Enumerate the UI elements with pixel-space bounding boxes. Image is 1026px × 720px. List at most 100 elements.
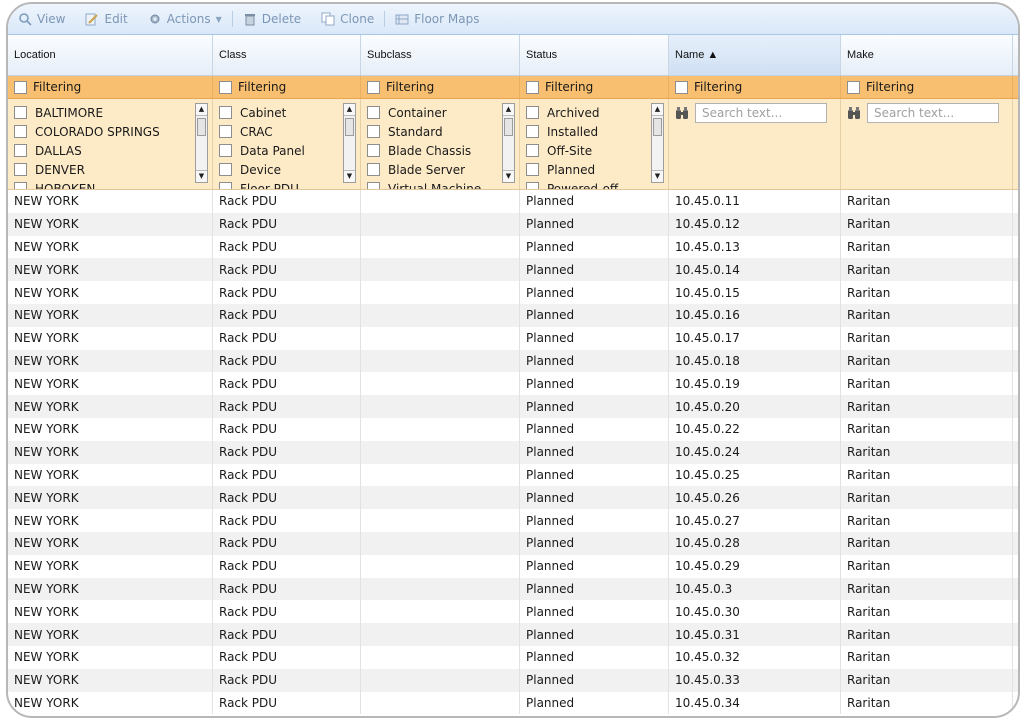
table-row[interactable]: NEW YORK Rack PDU Planned 10.45.0.32 Raritan [8,645,1018,669]
filter-checkbox[interactable] [526,80,539,94]
filter-option[interactable]: Cabinet [219,103,340,122]
table-row[interactable]: NEW YORK Rack PDU Planned 10.45.0.24 Raritan [8,440,1018,464]
table-row[interactable]: NEW YORK Rack PDU Planned 10.45.0.28 Raritan [8,531,1018,555]
filter-checkbox[interactable] [14,80,27,94]
table-row[interactable]: NEW YORK Rack PDU Planned 10.45.0.12 Raritan [8,212,1018,236]
table-row[interactable]: NEW YORK Rack PDU Planned 10.45.0.19 Raritan [8,372,1018,396]
clone-button[interactable]: Clone [311,8,384,30]
filter-option-checkbox[interactable] [219,163,232,176]
filter-option-checkbox[interactable] [14,182,27,189]
table-row[interactable]: NEW YORK Rack PDU Planned 10.45.0.13 Raritan [8,235,1018,259]
filter-option[interactable]: Archived [526,103,648,122]
filter-option-checkbox[interactable] [526,144,539,157]
table-row[interactable]: NEW YORK Rack PDU Planned 10.45.0.14 Raritan [8,258,1018,282]
table-row[interactable]: NEW YORK Rack PDU Planned 10.45.0.26 Raritan [8,486,1018,510]
filter-toggle-make[interactable]: Filtering [841,76,1013,98]
delete-button[interactable]: Delete [233,8,311,30]
table-row[interactable]: NEW YORK Rack PDU Planned 10.45.0.3 Raritan [8,577,1018,601]
filter-option-checkbox[interactable] [14,144,27,157]
table-row[interactable]: NEW YORK Rack PDU Planned 10.45.0.11 Raritan [8,190,1018,213]
table-row[interactable]: NEW YORK Rack PDU Planned 10.45.0.30 Raritan [8,600,1018,624]
scroll-down-icon[interactable]: ▼ [503,170,514,182]
table-row[interactable]: NEW YORK Rack PDU Planned 10.45.0.22 Raritan [8,417,1018,441]
table-row[interactable]: NEW YORK Rack PDU Planned 10.45.0.15 Raritan [8,281,1018,304]
filter-option[interactable]: Off-Site [526,141,648,160]
filter-option-checkbox[interactable] [526,163,539,176]
class-filter-scrollbar[interactable]: ▲ ▼ [343,103,356,183]
filter-option-checkbox[interactable] [367,163,380,176]
filter-checkbox[interactable] [219,80,232,94]
filter-toggle-location[interactable]: Filtering [8,76,213,98]
view-button[interactable]: View [8,8,75,30]
filter-toggle-name[interactable]: Filtering [669,76,841,98]
scroll-thumb[interactable] [504,118,513,136]
table-row[interactable]: NEW YORK Rack PDU Planned 10.45.0.25 Raritan [8,463,1018,487]
make-search-input[interactable] [867,103,999,123]
column-header-model[interactable]: M [1013,35,1018,75]
filter-option[interactable]: Container [367,103,499,122]
scroll-down-icon[interactable]: ▼ [344,170,355,182]
filter-option-checkbox[interactable] [526,182,539,189]
column-header-status[interactable]: Status [520,35,669,75]
filter-option[interactable]: Virtual Machine [367,179,499,189]
table-row[interactable]: NEW YORK Rack PDU Planned 10.45.0.34 Raritan [8,691,1018,715]
filter-option-checkbox[interactable] [219,144,232,157]
filter-option[interactable]: Blade Server [367,160,499,179]
filter-option[interactable]: Planned [526,160,648,179]
filter-option[interactable]: DENVER [14,160,192,179]
scroll-down-icon[interactable]: ▼ [652,170,663,182]
scroll-up-icon[interactable]: ▲ [196,104,207,116]
filter-option[interactable]: DALLAS [14,141,192,160]
filter-toggle-subclass[interactable]: Filtering [361,76,520,98]
column-header-class[interactable]: Class [213,35,361,75]
filter-option-checkbox[interactable] [526,106,539,119]
column-header-name[interactable]: Name ▲ [669,35,841,75]
scroll-up-icon[interactable]: ▲ [652,104,663,116]
subclass-filter-scrollbar[interactable]: ▲ ▼ [502,103,515,183]
filter-option[interactable]: Device [219,160,340,179]
scroll-thumb[interactable] [653,118,662,136]
edit-button[interactable]: Edit [75,8,137,30]
filter-option[interactable]: COLORADO SPRINGS [14,122,192,141]
table-row[interactable]: NEW YORK Rack PDU Planned 10.45.0.16 Raritan [8,303,1018,327]
filter-option[interactable]: Powered-off [526,179,648,189]
filter-toggle-class[interactable]: Filtering [213,76,361,98]
table-row[interactable]: NEW YORK Rack PDU Planned 10.45.0.18 Raritan [8,349,1018,373]
scroll-thumb[interactable] [197,118,206,136]
scroll-thumb[interactable] [345,118,354,136]
filter-option-checkbox[interactable] [526,125,539,138]
actions-button[interactable]: Actions ▼ [138,8,232,30]
status-filter-scrollbar[interactable]: ▲ ▼ [651,103,664,183]
table-row[interactable]: NEW YORK Rack PDU Planned 10.45.0.20 Raritan [8,395,1018,418]
filter-option[interactable]: Blade Chassis [367,141,499,160]
filter-option-checkbox[interactable] [14,163,27,176]
scroll-up-icon[interactable]: ▲ [503,104,514,116]
filter-option-checkbox[interactable] [14,106,27,119]
filter-option[interactable]: CRAC [219,122,340,141]
filter-option-checkbox[interactable] [219,125,232,138]
column-header-make[interactable]: Make [841,35,1013,75]
table-row[interactable]: NEW YORK Rack PDU Planned 10.45.0.27 Raritan [8,509,1018,532]
name-search-input[interactable] [695,103,827,123]
filter-option-checkbox[interactable] [14,125,27,138]
table-row[interactable]: NEW YORK Rack PDU Planned 10.45.0.17 Raritan [8,326,1018,350]
filter-checkbox[interactable] [675,80,688,94]
scroll-down-icon[interactable]: ▼ [196,170,207,182]
scroll-up-icon[interactable]: ▲ [344,104,355,116]
filter-option-checkbox[interactable] [367,182,380,189]
filter-option[interactable]: Standard [367,122,499,141]
filter-option[interactable]: BALTIMORE [14,103,192,122]
filter-toggle-model[interactable] [1013,76,1018,98]
filter-option-checkbox[interactable] [219,106,232,119]
filter-option-checkbox[interactable] [367,125,380,138]
filter-checkbox[interactable] [847,80,860,94]
filter-option-checkbox[interactable] [219,182,232,189]
table-row[interactable]: NEW YORK Rack PDU Planned 10.45.0.29 Raritan [8,554,1018,578]
column-header-subclass[interactable]: Subclass [361,35,520,75]
filter-option[interactable]: Floor PDU [219,179,340,189]
table-row[interactable]: NEW YORK Rack PDU Planned 10.45.0.31 Raritan [8,623,1018,646]
table-row[interactable]: NEW YORK Rack PDU Planned 10.45.0.33 Raritan [8,668,1018,692]
filter-option[interactable]: HOBOKEN [14,179,192,189]
filter-toggle-status[interactable]: Filtering [520,76,669,98]
filter-option-checkbox[interactable] [367,106,380,119]
